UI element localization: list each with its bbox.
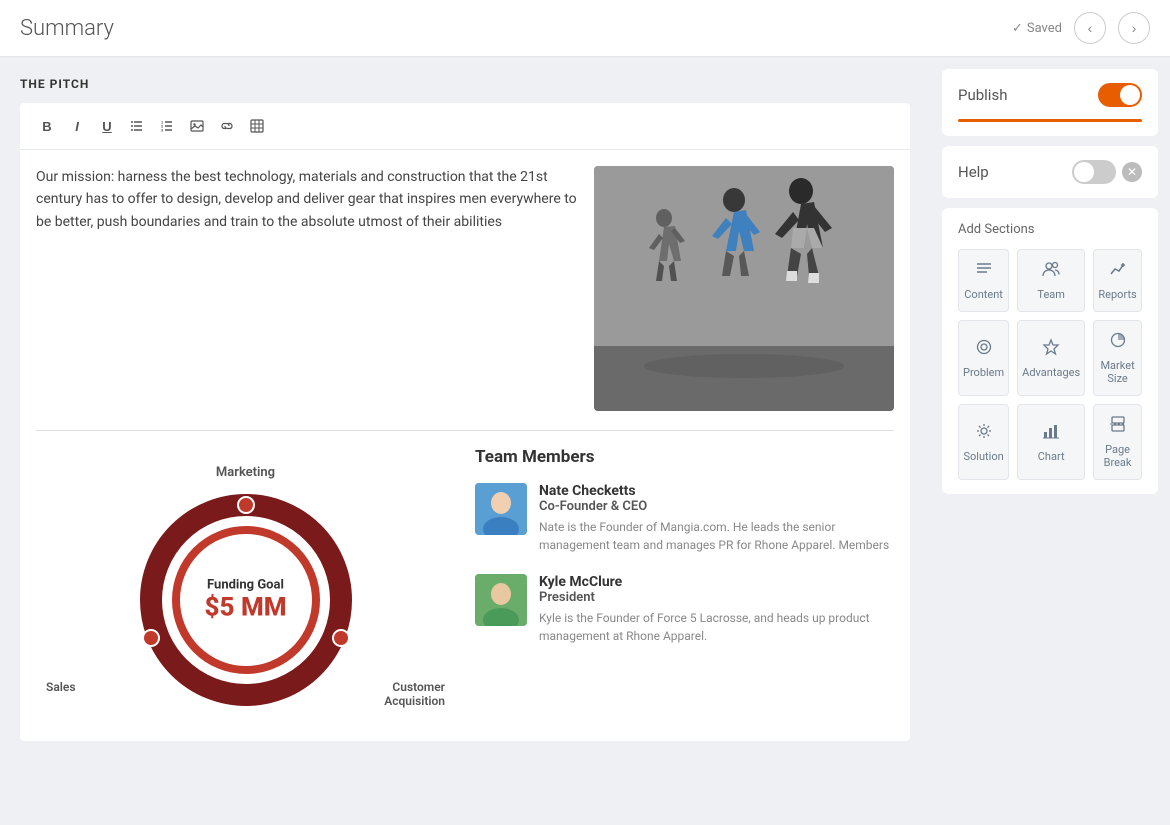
chart-label-right: CustomerAcquisition: [384, 680, 445, 708]
solution-label: Solution: [964, 450, 1004, 463]
chart-label-left: Sales: [46, 680, 76, 708]
editor-toolbar: B I U 123: [20, 103, 910, 150]
problem-icon: [975, 338, 993, 361]
member-1-role: Co-Founder & CEO: [539, 499, 894, 514]
chart-icon: [1042, 422, 1060, 445]
toggle-knob: [1120, 85, 1140, 105]
section-item-problem[interactable]: Problem: [958, 320, 1009, 396]
saved-status: ✓ Saved: [1012, 21, 1062, 36]
team-members-title: Team Members: [475, 447, 894, 467]
top-bar-actions: ✓ Saved ‹ ›: [1012, 12, 1150, 44]
member-2-bio: Kyle is the Founder of Force 5 Lacrosse,…: [539, 609, 894, 645]
market-size-icon: [1109, 331, 1127, 354]
section-item-market-size[interactable]: Market Size: [1093, 320, 1142, 396]
team-label: Team: [1037, 288, 1065, 301]
member-1-bio: Nate is the Founder of Mangia.com. He le…: [539, 518, 894, 554]
section-item-content[interactable]: Content: [958, 249, 1009, 312]
unordered-list-button[interactable]: [124, 113, 150, 139]
right-sidebar: Publish Help ✕ Add Sections: [930, 57, 1170, 825]
section-item-reports[interactable]: Reports: [1093, 249, 1142, 312]
bottom-section: Marketing: [20, 431, 910, 741]
section-item-chart[interactable]: Chart: [1017, 404, 1085, 480]
team-member-2: Kyle McClure President Kyle is the Found…: [475, 574, 894, 645]
help-toggle[interactable]: [1072, 160, 1116, 184]
publish-bar: [958, 119, 1142, 122]
table-button[interactable]: [244, 113, 270, 139]
section-item-advantages[interactable]: Advantages: [1017, 320, 1085, 396]
funding-goal-amount: $5 MM: [204, 592, 286, 622]
help-card: Help ✕: [942, 146, 1158, 198]
chart-label-top: Marketing: [216, 465, 275, 480]
solution-icon: [975, 422, 993, 445]
page-break-label: Page Break: [1098, 443, 1137, 469]
link-button[interactable]: [214, 113, 240, 139]
check-icon: ✓: [1012, 21, 1023, 36]
publish-label: Publish: [958, 86, 1007, 104]
team-members-area: Team Members Nate Checketts C: [455, 447, 894, 725]
donut-chart-area: Marketing: [36, 447, 455, 725]
member-1-avatar: [475, 483, 527, 535]
editor-content[interactable]: Our mission: harness the best technology…: [20, 150, 910, 430]
publish-card: Publish: [942, 69, 1158, 136]
content-area: THE PITCH B I U 123: [0, 57, 930, 825]
runners-svg: [594, 166, 894, 411]
publish-row: Publish: [958, 83, 1142, 107]
content-label: Content: [964, 288, 1003, 301]
add-sections-title: Add Sections: [958, 222, 1142, 237]
section-item-solution[interactable]: Solution: [958, 404, 1009, 480]
team-icon: [1042, 260, 1060, 283]
content-icon: [975, 260, 993, 283]
page-break-icon: [1109, 415, 1127, 438]
section-item-team[interactable]: Team: [1017, 249, 1085, 312]
image-button[interactable]: [184, 113, 210, 139]
funding-goal-label: Funding Goal: [204, 577, 286, 592]
chart-label: Chart: [1038, 450, 1065, 463]
section-item-page-break[interactable]: Page Break: [1093, 404, 1142, 480]
help-controls: ✕: [1072, 160, 1142, 184]
italic-button[interactable]: I: [64, 113, 90, 139]
advantages-icon: [1042, 338, 1060, 361]
top-bar: Summary ✓ Saved ‹ ›: [0, 0, 1170, 57]
member-2-name: Kyle McClure: [539, 574, 894, 590]
main-layout: THE PITCH B I U 123: [0, 57, 1170, 825]
pitch-image: [594, 166, 894, 411]
advantages-label: Advantages: [1022, 366, 1080, 379]
add-sections-card: Add Sections Content Team: [942, 208, 1158, 494]
team-member-1: Nate Checketts Co-Founder & CEO Nate is …: [475, 483, 894, 554]
member-2-avatar: [475, 574, 527, 626]
bold-button[interactable]: B: [34, 113, 60, 139]
member-1-name: Nate Checketts: [539, 483, 894, 499]
nav-next-button[interactable]: ›: [1118, 12, 1150, 44]
editor-block: B I U 123: [20, 103, 910, 741]
member-2-role: President: [539, 590, 894, 605]
member-1-avatar-svg: [475, 483, 527, 535]
ordered-list-button[interactable]: 123: [154, 113, 180, 139]
page-title: Summary: [20, 16, 114, 41]
donut-center: Funding Goal $5 MM: [204, 577, 286, 622]
underline-button[interactable]: U: [94, 113, 120, 139]
reports-icon: [1109, 260, 1127, 283]
member-1-info: Nate Checketts Co-Founder & CEO Nate is …: [539, 483, 894, 554]
help-close-button[interactable]: ✕: [1122, 162, 1142, 182]
svg-text:3: 3: [161, 128, 164, 133]
donut-wrapper: Funding Goal $5 MM: [136, 490, 356, 710]
reports-label: Reports: [1098, 288, 1136, 301]
help-row: Help ✕: [958, 160, 1142, 184]
sections-grid: Content Team Reports: [958, 249, 1142, 480]
nav-prev-button[interactable]: ‹: [1074, 12, 1106, 44]
problem-label: Problem: [963, 366, 1004, 379]
section-title: THE PITCH: [20, 77, 910, 91]
member-2-avatar-svg: [475, 574, 527, 626]
market-size-label: Market Size: [1098, 359, 1137, 385]
help-toggle-knob: [1074, 162, 1094, 182]
editor-text[interactable]: Our mission: harness the best technology…: [36, 166, 578, 414]
help-label: Help: [958, 163, 989, 181]
member-2-info: Kyle McClure President Kyle is the Found…: [539, 574, 894, 645]
publish-toggle[interactable]: [1098, 83, 1142, 107]
